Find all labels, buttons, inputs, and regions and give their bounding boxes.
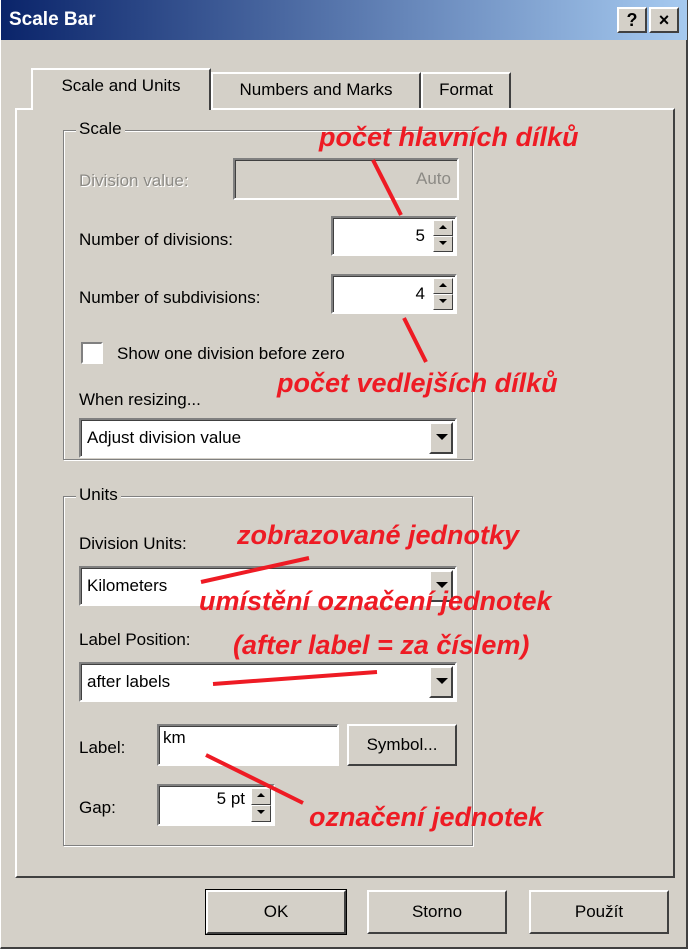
scale-bar-dialog: Scale Bar ? × Scale and Units Numbers an… [0, 0, 688, 949]
annotation-line-display-units [200, 556, 310, 584]
annotation-main-divisions: počet hlavních dílků [319, 122, 579, 152]
annotation-label-placement-note: (after label = za číslem) [233, 630, 530, 660]
annotation-subdivisions: počet vedlejších dílků [277, 368, 558, 398]
annotation-line-unit-label [205, 753, 304, 805]
annotation-line-subdivisions [402, 317, 428, 363]
annotation-label-placement: umístění označení jednotek [199, 586, 552, 616]
annotation-line-divisions [371, 159, 403, 216]
annotation-unit-label: označení jednotek [309, 802, 544, 832]
annotation-display-units: zobrazované jednotky [237, 520, 520, 550]
annotation-line-label-placement [212, 670, 378, 686]
